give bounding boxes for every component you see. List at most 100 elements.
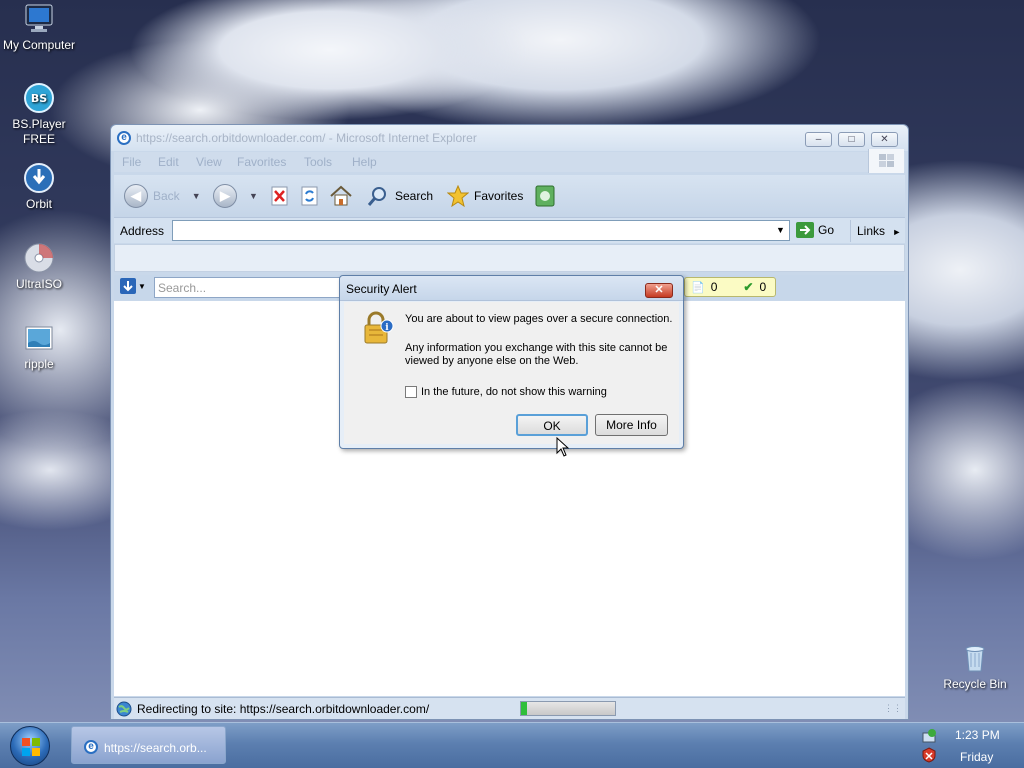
desktop-icon-label: Recycle Bin [943,677,1007,691]
file-icon: 📄 [691,281,705,294]
star-icon [447,185,469,207]
network-tray-icon[interactable] [921,728,937,744]
address-dropdown-icon[interactable]: ▼ [776,225,785,235]
back-button[interactable]: ◀ Back ▼ [124,183,201,209]
menu-bar: File Edit View Favorites Tools Help [114,152,905,172]
dialog-close-button[interactable]: ✕ [645,283,673,298]
back-dropdown-icon[interactable]: ▼ [192,191,201,201]
ok-button[interactable]: OK [516,414,588,436]
progress-fill [521,702,527,715]
forward-button[interactable]: ▶ ▼ [213,183,258,209]
desktop-icon-recycle-bin[interactable]: Recycle Bin [936,642,1014,692]
maximize-button[interactable]: □ [838,132,865,147]
svg-text:BS: BS [31,92,47,105]
home-button[interactable] [329,183,353,209]
orbit-dropdown-icon: ▼ [138,281,146,291]
resize-grip-icon[interactable]: ⋮⋮ [884,703,902,714]
back-arrow-icon: ◀ [124,184,148,208]
desktop-icon-label: Orbit [25,197,52,211]
counter-files: 0 [710,280,718,294]
desktop-icon-label: ripple [24,357,54,371]
address-label: Address [120,224,165,238]
taskbar-item-ie[interactable]: e https://search.orb... [71,726,226,764]
ok-label: OK [543,419,561,433]
ultraiso-icon [23,242,55,274]
address-input[interactable] [172,220,790,241]
desktop-icon-bsplayer[interactable]: BS BS.Player FREE [0,82,78,147]
desktop-icon-label: My Computer [2,38,76,52]
favorites-label: Favorites [474,189,524,203]
counter-done: 0 [759,280,767,294]
bsplayer-icon: BS [23,82,55,114]
clock-day[interactable]: Friday [960,750,993,764]
globe-icon [116,701,132,717]
close-button[interactable]: ✕ [871,132,898,147]
favorites-button[interactable]: Favorites [447,183,523,209]
padlock-info-icon: i [364,311,394,344]
media-button[interactable] [534,183,556,209]
media-icon [535,185,555,207]
clock-time[interactable]: 1:23 PM [955,728,1000,742]
svg-text:i: i [385,323,389,333]
menu-file[interactable]: File [122,155,141,169]
dialog-detail: Any information you exchange with this s… [405,342,668,367]
back-label: Back [153,189,180,203]
dialog-message: You are about to view pages over a secur… [405,313,673,325]
address-bar: Address ▼ Go Links ► [114,217,905,243]
links-button[interactable]: Links ► [850,220,907,242]
security-warning-tray-icon[interactable] [921,747,937,763]
desktop-icon-orbit[interactable]: Orbit [0,162,78,212]
links-toolbar [114,244,905,272]
stop-button[interactable] [269,183,291,209]
desktop-icon-ripple[interactable]: ripple [0,322,78,372]
menu-edit[interactable]: Edit [158,155,179,169]
menu-help[interactable]: Help [352,155,377,169]
desktop-icon-ultraiso[interactable]: UltraISO [0,242,78,292]
recycle-bin-icon [959,642,991,674]
links-chevron-icon: ► [892,227,902,237]
computer-icon [23,3,55,35]
home-icon [330,185,352,206]
search-button[interactable]: Search [367,183,433,209]
orbit-download-button[interactable]: ▼ [120,278,146,294]
start-button[interactable] [10,726,50,766]
taskbar-item-label: https://search.orb... [104,741,207,755]
menu-tools[interactable]: Tools [304,155,332,169]
dialog-body: i You are about to view pages over a sec… [344,302,679,444]
browser-titlebar[interactable]: e https://search.orbitdownloader.com/ - … [111,125,908,151]
more-info-button[interactable]: More Info [595,414,668,436]
forward-arrow-icon: ▶ [213,184,237,208]
ie-logo-icon: e [117,131,131,145]
status-bar: Redirecting to site: https://search.orbi… [114,697,905,719]
dont-show-checkbox[interactable]: In the future, do not show this warning [405,386,607,398]
more-info-label: More Info [606,418,657,432]
menu-view[interactable]: View [196,155,222,169]
checkbox-box[interactable] [405,386,417,398]
minimize-button[interactable]: – [805,132,832,147]
orbit-counters: 📄 0 ✔ 0 [684,277,776,297]
refresh-button[interactable] [299,183,321,209]
links-label: Links [857,224,886,238]
desktop-icon-label: UltraISO [15,277,62,291]
orbit-search-input[interactable]: Search... [154,277,344,298]
desktop-icon-my-computer[interactable]: My Computer [0,3,78,53]
status-text: Redirecting to site: https://search.orbi… [137,702,430,716]
page-load-progress [520,701,616,716]
orbit-search-placeholder: Search... [158,281,207,295]
browser-title: https://search.orbitdownloader.com/ - Mi… [136,131,477,145]
go-button[interactable]: Go [796,222,834,238]
stop-icon [271,186,288,206]
checkmark-icon: ✔ [743,280,754,294]
refresh-icon [301,186,318,206]
download-icon [120,278,136,294]
dialog-titlebar[interactable]: Security Alert ✕ [340,276,683,301]
windows-logo-icon [22,738,40,756]
image-file-icon [23,322,55,354]
ie-logo-icon: e [84,740,98,754]
menu-favorites[interactable]: Favorites [237,155,286,169]
forward-dropdown-icon[interactable]: ▼ [249,191,258,201]
go-label: Go [818,223,835,237]
desktop-icon-label: BS.Player FREE [12,117,66,146]
go-arrow-icon [796,222,814,238]
mouse-cursor-icon [556,437,570,457]
